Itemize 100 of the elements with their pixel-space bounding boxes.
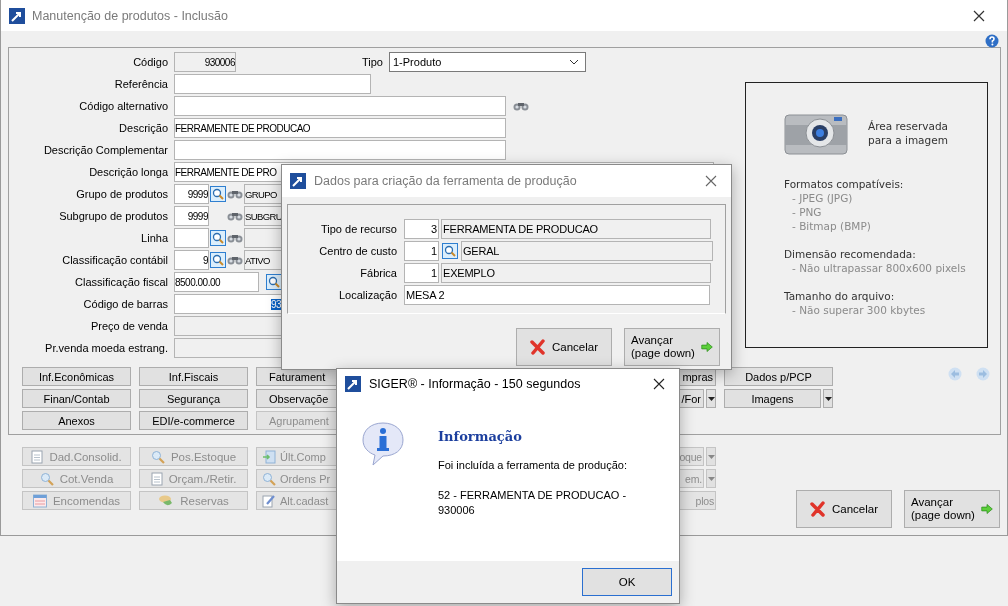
code-field: 930006 — [174, 52, 236, 72]
field-label: Tipo de recurso — [319, 223, 397, 235]
format-item: - Bitmap (BMP) — [791, 219, 872, 233]
help-icon[interactable] — [985, 34, 999, 48]
text-field[interactable]: 93 — [174, 294, 282, 314]
code-field[interactable]: 3 — [404, 219, 439, 239]
binoculars-icon[interactable] — [227, 232, 243, 244]
close-icon[interactable] — [653, 378, 665, 390]
field-label: Código alternativo — [78, 100, 168, 112]
message-text: Foi incluída a ferramenta de produção: — [438, 458, 627, 473]
name-field: EXEMPLO — [441, 263, 711, 283]
next-button[interactable]: Avançar (page down) — [624, 328, 720, 366]
app-logo-icon — [9, 7, 25, 24]
caret-icon — [707, 454, 715, 459]
lookup-icon[interactable] — [442, 243, 458, 259]
field-label: Localização — [337, 289, 397, 301]
section-heading: Tamanho do arquivo: — [784, 289, 896, 303]
tab-button[interactable]: Dados p/PCP — [724, 367, 833, 386]
magnifier-icon — [39, 471, 54, 486]
image-area-title: Área reservada para a imagem — [868, 119, 950, 147]
caret-icon — [707, 396, 715, 401]
binoculars-icon[interactable] — [227, 188, 243, 200]
code-field[interactable]: 9999 — [174, 184, 209, 204]
chevron-icon — [569, 59, 579, 65]
text-field[interactable]: FERRAMENTE DE PRODUCAO — [174, 118, 506, 138]
code-field[interactable]: 1 — [404, 241, 439, 261]
field-label: Código de barras — [82, 298, 168, 310]
lookup-icon[interactable] — [266, 274, 282, 290]
window-title: Manutenção de produtos - Inclusão — [32, 8, 229, 23]
calendar-icon — [32, 493, 47, 508]
next-button[interactable]: Avançar (page down) — [904, 490, 1000, 528]
lookup-icon[interactable] — [210, 230, 226, 246]
section-heading: Formatos compatíveis: — [784, 177, 905, 191]
arrow-icon — [700, 340, 713, 354]
field-label: Classificação contábil — [61, 254, 168, 266]
field-label: Preço de venda — [89, 320, 168, 332]
tab-button[interactable]: Inf.Econômicas — [22, 367, 131, 386]
field-label: Descrição longa — [88, 166, 168, 178]
text-field[interactable]: 8500.00.00 — [174, 272, 259, 292]
camera-icon — [784, 111, 848, 155]
pencil-icon — [262, 493, 276, 508]
cancel-button[interactable]: Cancelar — [516, 328, 612, 366]
field-label: Pr.venda moeda estrang. — [44, 342, 168, 354]
field-label: Fábrica — [359, 267, 397, 279]
message-text: 52 - FERRAMENTA DE PRODUCAO - 930006 — [438, 488, 627, 518]
document-icon — [31, 449, 44, 464]
dropdown-button[interactable] — [823, 389, 833, 408]
text-field[interactable] — [174, 140, 506, 160]
code-field[interactable] — [174, 228, 209, 248]
format-item: - JPEG (JPG) — [791, 191, 854, 205]
tab-button[interactable]: Imagens — [724, 389, 821, 408]
caret-icon — [824, 396, 832, 401]
ok-button[interactable]: OK — [582, 568, 672, 596]
field-label: Tipo — [361, 56, 383, 68]
tab-button[interactable]: Finan/Contab — [22, 389, 131, 408]
field-label: Linha — [140, 232, 168, 244]
text-field[interactable]: MESA 2 — [404, 285, 710, 305]
binoculars-icon[interactable] — [513, 100, 529, 112]
message-heading: Informação — [438, 429, 523, 444]
info-icon — [359, 419, 407, 467]
code-field[interactable]: 9 — [174, 250, 209, 270]
format-item: - Não superar 300 kbytes — [791, 303, 927, 317]
close-icon[interactable] — [973, 9, 985, 22]
code-field[interactable]: 1 — [404, 263, 439, 283]
tab-button[interactable]: Segurança — [139, 389, 248, 408]
magnifier-icon — [262, 471, 276, 486]
field-label: Grupo de produtos — [75, 188, 168, 200]
hand-icon — [158, 493, 175, 508]
type-select[interactable]: 1-Produto — [389, 52, 586, 72]
lookup-icon[interactable] — [210, 186, 226, 202]
document-icon — [150, 471, 163, 486]
field-label: Descrição Complementar — [42, 144, 168, 156]
cancel-icon — [810, 501, 826, 517]
field-label: Subgrupo de produtos — [58, 210, 168, 222]
app-logo-icon — [345, 376, 361, 392]
cancel-button[interactable]: Cancelar — [796, 490, 892, 528]
dropdown-button[interactable] — [706, 389, 716, 408]
app-logo-icon — [290, 173, 306, 189]
field-label: Centro de custo — [318, 245, 397, 257]
text-field[interactable] — [174, 74, 371, 94]
field-label: Referência — [113, 78, 168, 90]
format-item: - PNG — [791, 205, 823, 219]
binoculars-icon[interactable] — [227, 254, 243, 266]
magnifier-icon — [150, 449, 165, 464]
name-field: GERAL — [461, 241, 713, 261]
cancel-icon — [530, 339, 546, 355]
caret-icon — [707, 476, 715, 481]
dialog-title: Dados para criação da ferramenta de produção — [314, 174, 578, 188]
document-icon — [262, 449, 276, 464]
format-item: - Não ultrapassar 800x600 pixels — [791, 261, 967, 275]
field-label: Classificação fiscal — [74, 276, 168, 288]
tab-button[interactable]: Inf.Fiscais — [139, 367, 248, 386]
tab-button[interactable]: Anexos — [22, 411, 131, 430]
name-field: FERRAMENTA DE PRODUCAO — [441, 219, 711, 239]
text-field[interactable] — [174, 96, 506, 116]
binoculars-icon[interactable] — [227, 210, 243, 222]
code-field[interactable]: 9999 — [174, 206, 209, 226]
lookup-icon[interactable] — [210, 252, 226, 268]
tab-button[interactable]: EDI/e-commerce — [139, 411, 248, 430]
image-placeholder[interactable]: Área reservada para a imagem Formatos compatíveis: - JPEG (JPG) - PNG - Bitmap (BMP) Dimensão recomendada: - Não ultrapassar 800x600 pixels Tamanho do arquivo: - Não superar 300 kbytes — [745, 82, 988, 348]
